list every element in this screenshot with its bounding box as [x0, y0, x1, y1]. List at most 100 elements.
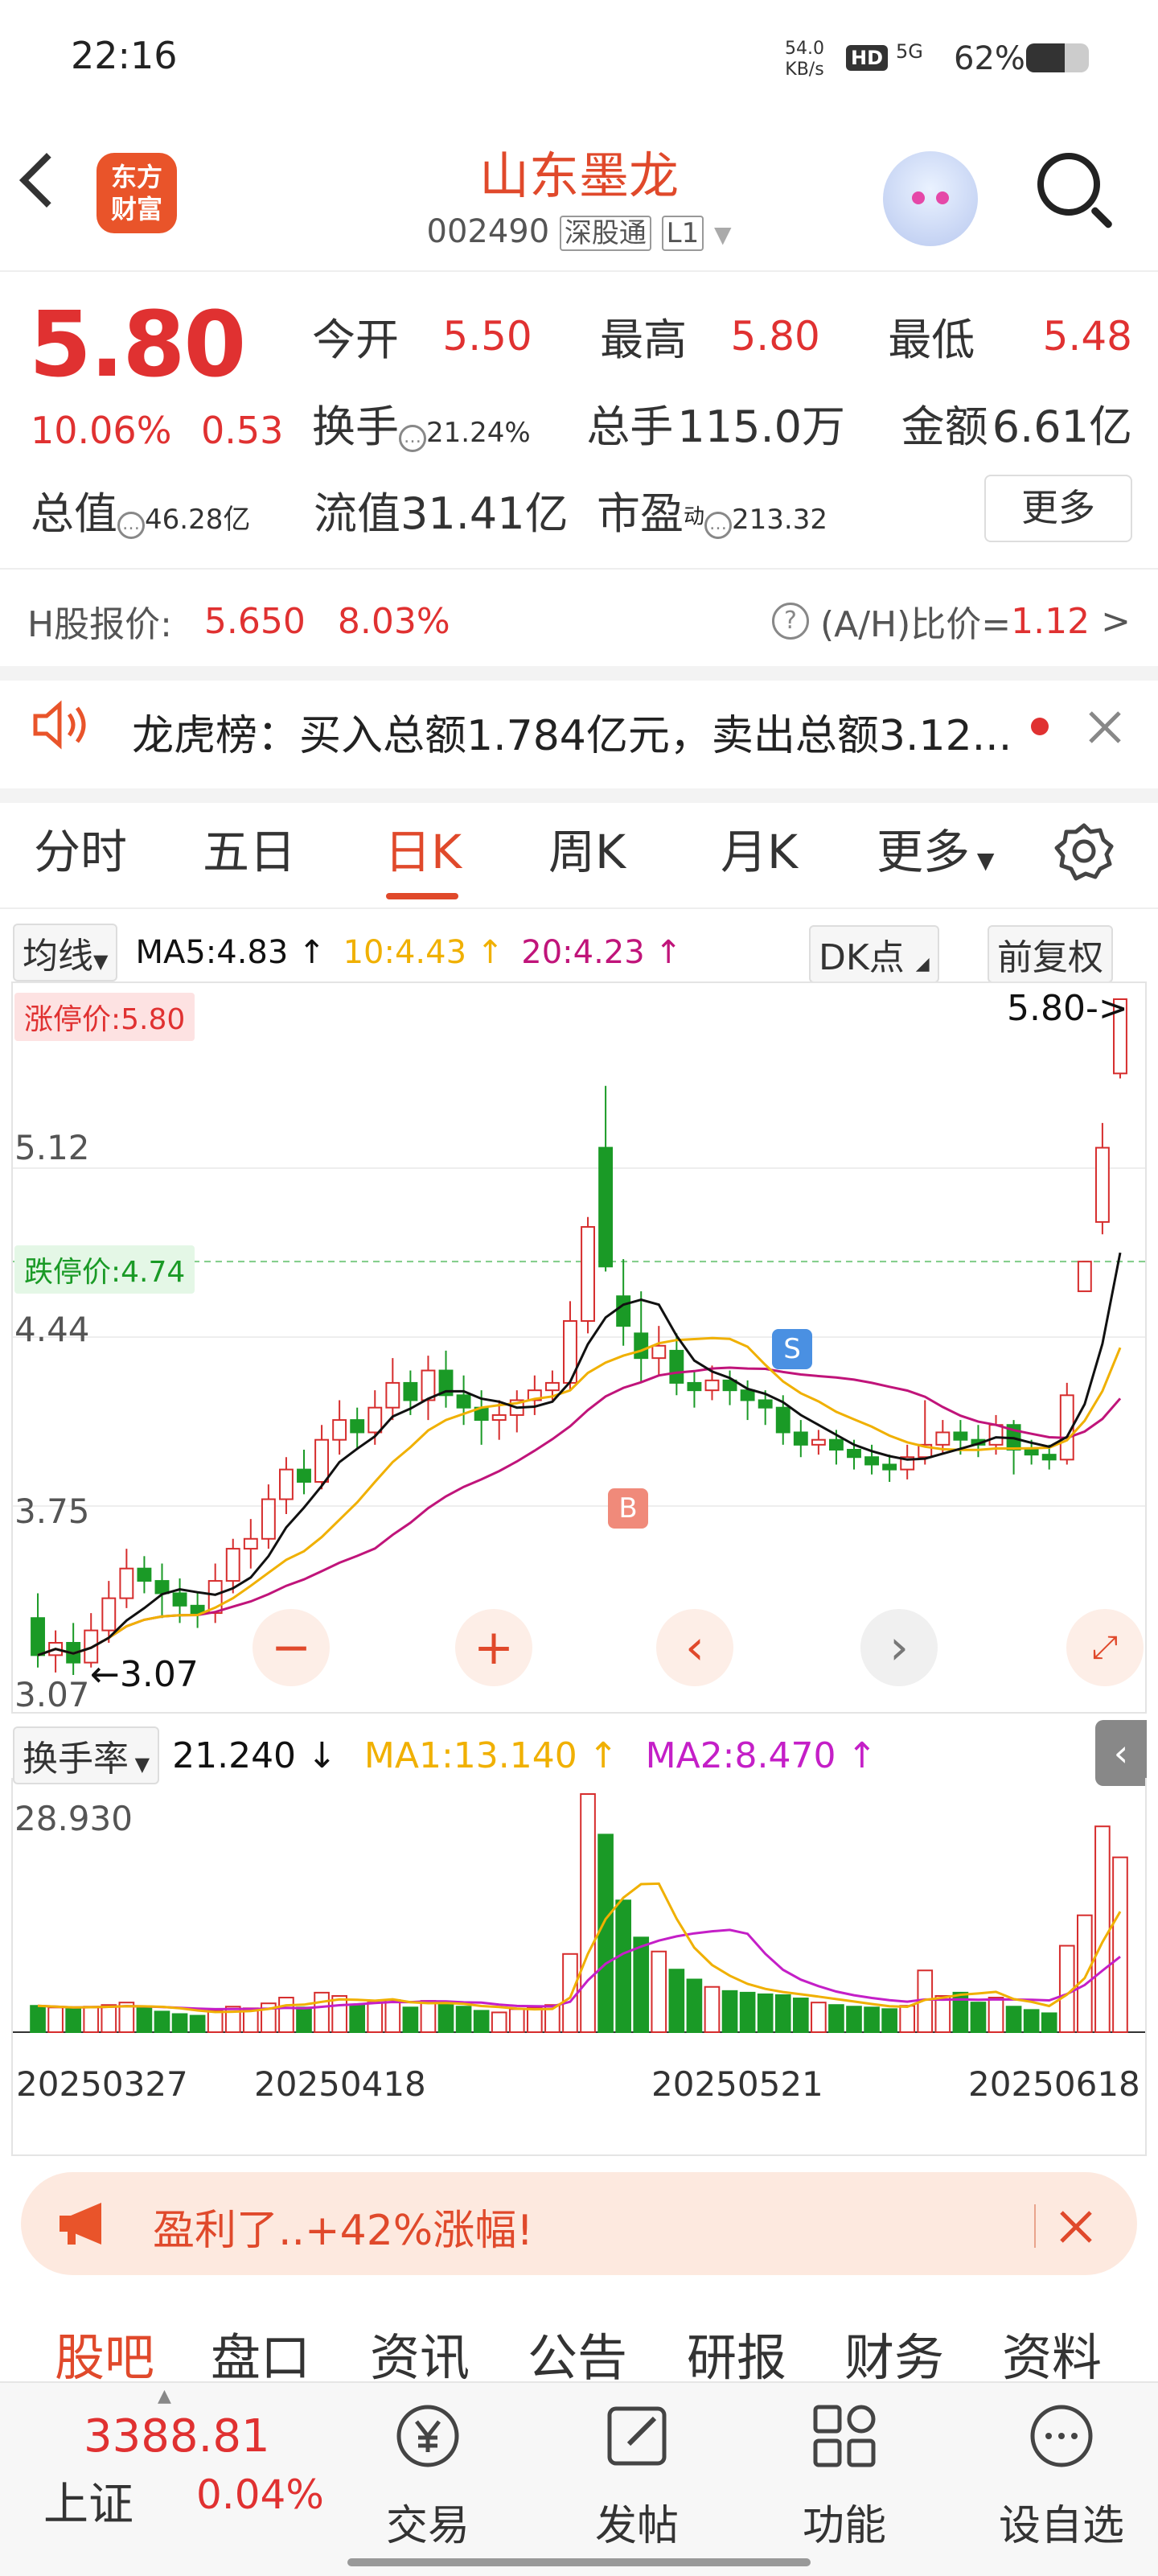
h-share-left: H股报价: 5.650 8.03%: [27, 600, 450, 646]
home-indicator: [347, 2558, 811, 2566]
ah-ratio[interactable]: ? (A/H)比价= 1.12 >: [771, 595, 1131, 647]
more-dots-icon: [1030, 2405, 1093, 2467]
candle-body: [581, 1226, 595, 1323]
y-label-4: 3.07: [14, 1675, 90, 1714]
volume-bar: [473, 2010, 490, 2033]
promo-text[interactable]: 盈利了..+42%涨幅!: [153, 2196, 533, 2257]
dragon-tiger-text[interactable]: 龙虎榜：买入总额1.784亿元，卖出总额3.12...: [132, 702, 1033, 762]
adjust-button[interactable]: 前复权: [988, 925, 1113, 983]
volume-bar: [278, 1997, 294, 2034]
date-label-3: 20250521: [651, 2064, 823, 2104]
more-button[interactable]: 更多: [984, 475, 1132, 542]
info-icon[interactable]: …: [704, 511, 733, 539]
volume-bar: [739, 1991, 756, 2033]
volume-bar: [828, 2004, 844, 2034]
tab-weekly-k[interactable]: 周K: [548, 814, 626, 882]
sell-marker[interactable]: S: [772, 1329, 812, 1369]
vol-ma1: MA1:13.140 ↑: [363, 1734, 618, 1776]
low-value: 5.48: [1042, 312, 1132, 360]
info-icon[interactable]: …: [117, 511, 145, 539]
search-icon[interactable]: [1037, 153, 1100, 216]
tab-research[interactable]: 研报: [687, 2317, 786, 2389]
collapse-panel-icon[interactable]: ‹: [1095, 1720, 1147, 1786]
candle: [350, 1407, 365, 1450]
volume-bar: [367, 2002, 384, 2033]
tab-five-day[interactable]: 五日: [203, 814, 296, 882]
candle: [456, 1375, 471, 1426]
tab-intraday[interactable]: 分时: [34, 814, 127, 882]
tab-orderbook[interactable]: 盘口: [211, 2317, 310, 2389]
volume-max-label: 28.930: [14, 1799, 133, 1838]
scroll-right-button[interactable]: ›: [860, 1609, 938, 1686]
quote-row-3: 总值… 46.28亿 流值31.41亿 市盈动… 213.32: [31, 478, 851, 541]
nav-trade[interactable]: 交易: [363, 2389, 492, 2552]
close-icon[interactable]: [1057, 2208, 1095, 2246]
stock-code-line[interactable]: 002490 深股通 L1 ▼: [0, 211, 1158, 251]
kline-chart[interactable]: 涨停价:5.80 跌停价:4.74 5.12 4.44 3.75 3.07 5.…: [11, 981, 1147, 1714]
candle-body: [368, 1406, 383, 1434]
low-marker: ←3.07: [90, 1654, 199, 1695]
volume-bar: [934, 1994, 951, 2033]
nav-post[interactable]: 发帖: [573, 2389, 701, 2552]
vol-ma2: MA2:8.470 ↑: [645, 1734, 877, 1776]
candle: [261, 1484, 276, 1549]
nav-functions[interactable]: 功能: [780, 2389, 909, 2552]
candle-body: [350, 1419, 365, 1434]
volume-bar: [970, 2002, 987, 2033]
volume-bar: [331, 1994, 347, 2033]
stock-name[interactable]: 山东墨龙: [0, 135, 1158, 208]
candle-body: [403, 1381, 418, 1401]
zoom-in-button[interactable]: +: [455, 1609, 532, 1686]
candle: [1077, 1261, 1092, 1293]
candle: [811, 1430, 826, 1455]
kline-svg[interactable]: [13, 983, 1145, 1712]
tab-daily-k[interactable]: 日K: [384, 814, 462, 882]
candle-body: [243, 1537, 258, 1550]
zoom-out-button[interactable]: −: [253, 1609, 330, 1686]
tab-news[interactable]: 资讯: [370, 2317, 470, 2389]
candle-body: [775, 1406, 790, 1434]
candle-body: [154, 1580, 170, 1595]
tab-announcements[interactable]: 公告: [528, 2317, 627, 2389]
volume-bar: [455, 2006, 472, 2034]
dk-point-button[interactable]: DK点 ◢: [809, 925, 939, 983]
volume-bar: [296, 2006, 312, 2033]
robot-assistant-avatar[interactable]: [883, 151, 978, 246]
gear-icon[interactable]: [1053, 821, 1115, 882]
candle: [918, 1400, 933, 1465]
volume-bar: [721, 1990, 738, 2034]
tab-profile[interactable]: 资料: [1002, 2317, 1102, 2389]
candle-body: [172, 1592, 187, 1607]
indicator-selector[interactable]: 换手率 ▼: [13, 1726, 160, 1784]
index-widget[interactable]: ▲ 3388.81 上证 0.04%: [0, 2386, 324, 2547]
info-icon[interactable]: …: [399, 424, 426, 452]
nav-add-watchlist[interactable]: 设自选: [989, 2389, 1134, 2552]
candle: [297, 1450, 311, 1495]
volume-chart[interactable]: 28.930 20250327 20250418 20250521 202506…: [11, 1778, 1147, 2156]
tab-more[interactable]: 更多 ▼: [877, 814, 994, 882]
y-label-1: 5.12: [14, 1128, 90, 1167]
help-icon[interactable]: ?: [771, 603, 809, 640]
close-icon[interactable]: [1086, 708, 1124, 747]
ma-selector[interactable]: 均线▼: [13, 924, 118, 981]
volume-cell: 总手 115.0万: [586, 401, 845, 452]
mktcap-cell: 总值… 46.28亿: [31, 488, 251, 539]
fullscreen-icon[interactable]: ⤢: [1066, 1609, 1144, 1686]
candle: [154, 1563, 170, 1619]
dropdown-triangle-icon: ▼: [970, 847, 995, 874]
hd-icon: HD: [846, 45, 889, 71]
candle: [66, 1623, 81, 1675]
volume-bar: [633, 1936, 650, 2033]
buy-marker[interactable]: B: [608, 1488, 648, 1529]
scroll-left-button[interactable]: ‹: [656, 1609, 733, 1686]
candle: [137, 1556, 152, 1594]
tab-monthly-k[interactable]: 月K: [721, 814, 798, 882]
tab-forum[interactable]: 股吧: [55, 2317, 154, 2389]
open-label: 今开: [312, 315, 399, 365]
candle-body: [988, 1424, 1004, 1446]
tab-finance[interactable]: 财务: [844, 2317, 944, 2389]
candle-body: [119, 1567, 134, 1599]
high-value: 5.80: [730, 312, 820, 360]
index-name: 上证: [43, 2479, 133, 2531]
current-price: 5.80: [29, 293, 246, 397]
